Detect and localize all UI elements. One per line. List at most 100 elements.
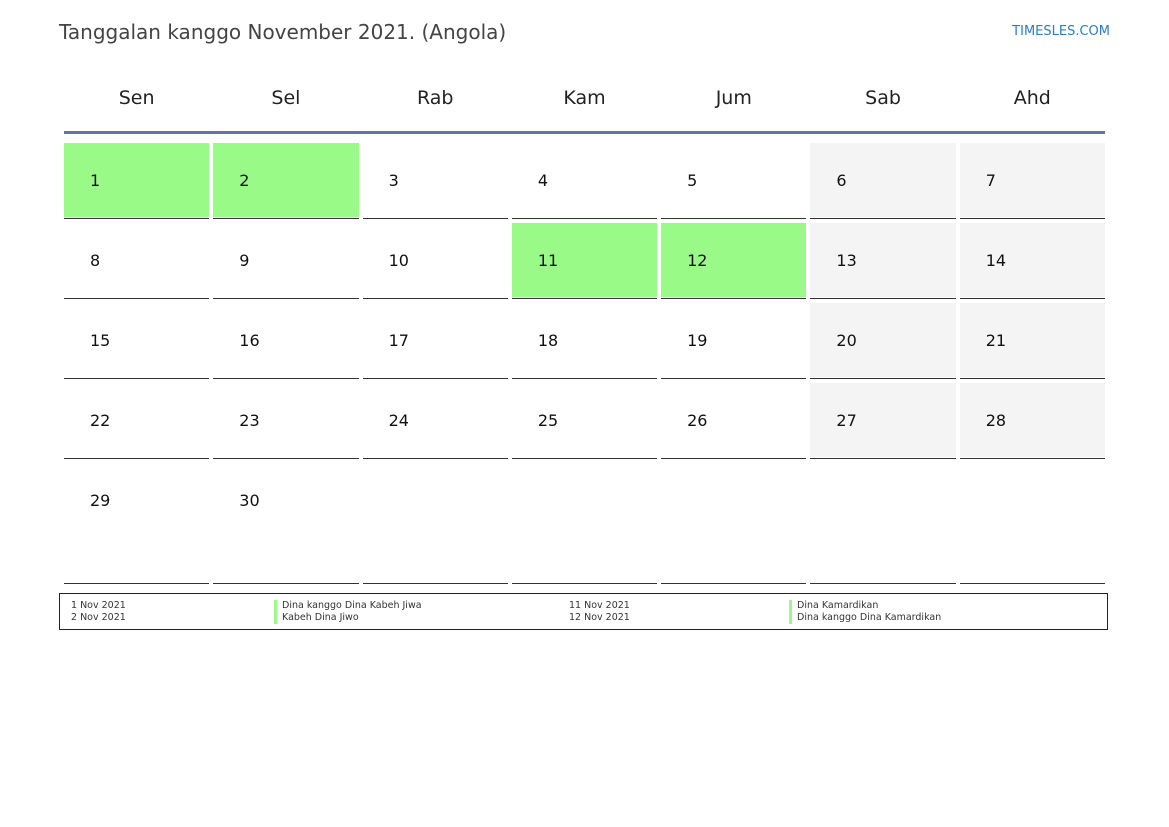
day-cell[interactable]: 4 [511, 139, 658, 219]
day-number: 28 [985, 411, 1007, 430]
day-number: 19 [687, 331, 708, 350]
day-cell[interactable]: 14 [959, 219, 1105, 299]
day-number: 10 [388, 251, 409, 270]
day-number: 1 [90, 171, 101, 190]
weekday-label: Sab [865, 87, 901, 109]
day-number: 21 [985, 331, 1007, 350]
day-background: 28 [959, 383, 1105, 457]
day-number: 7 [985, 171, 996, 190]
day-background: 29 [64, 463, 209, 582]
empty-day-cell [810, 459, 956, 584]
legend-names-right: Dina Kamardikan Dina kanggo Dina Kamardi… [789, 600, 941, 624]
empty-day-cell [661, 459, 807, 584]
legend-date: 11 Nov 2021 [569, 600, 630, 611]
day-background [363, 463, 508, 582]
day-background: 30 [213, 463, 358, 582]
day-background: 6 [810, 143, 956, 217]
weekday-label: Sen [118, 87, 155, 109]
day-number: 29 [90, 491, 111, 510]
day-cell[interactable]: 10 [362, 219, 508, 299]
day-cell[interactable]: 26 [661, 379, 807, 459]
day-background: 25 [512, 383, 657, 457]
day-number: 17 [388, 331, 409, 350]
weekday-label: Jum [715, 87, 752, 109]
day-background: 9 [213, 223, 358, 297]
day-cell[interactable]: 11 [511, 219, 658, 299]
empty-day-cell [511, 459, 658, 584]
day-cell[interactable]: 7 [959, 139, 1105, 219]
day-cell[interactable]: 3 [362, 139, 508, 219]
day-background: 26 [661, 383, 806, 457]
day-cell[interactable]: 23 [213, 379, 359, 459]
day-number: 5 [687, 171, 698, 190]
day-cell[interactable]: 30 [213, 459, 359, 584]
day-number: 22 [90, 411, 111, 430]
day-cell[interactable]: 22 [64, 379, 210, 459]
day-background: 21 [959, 303, 1105, 377]
day-number: 11 [537, 251, 559, 270]
day-background [661, 463, 806, 582]
day-cell[interactable]: 24 [362, 379, 508, 459]
holiday-highlight: 11 [511, 223, 658, 297]
day-background: 18 [512, 303, 657, 377]
day-background: 17 [363, 303, 508, 377]
day-cell[interactable]: 21 [959, 299, 1105, 379]
weekday-label: Ahd [1013, 87, 1051, 109]
day-cell[interactable]: 6 [810, 139, 956, 219]
day-number: 30 [239, 491, 260, 510]
day-number: 9 [239, 251, 250, 270]
legend-names-left: Dina kanggo Dina Kabeh Jiwa Kabeh Dina J… [274, 600, 422, 624]
holiday-highlight: 12 [661, 223, 807, 297]
day-number: 15 [90, 331, 111, 350]
calendar-week: 15 16 17 18 19 20 21 [62, 299, 1107, 379]
day-number: 26 [687, 411, 708, 430]
day-cell[interactable]: 16 [213, 299, 359, 379]
day-cell[interactable]: 9 [213, 219, 359, 299]
day-cell[interactable]: 27 [810, 379, 956, 459]
month-calendar: Sen Sel Rab Kam Jum Sab Ahd 1 2 3 4 5 6 7 8 9 10 11 12 13 1… [62, 74, 1107, 584]
day-cell[interactable]: 17 [362, 299, 508, 379]
day-number: 27 [836, 411, 857, 430]
day-cell[interactable]: 20 [810, 299, 956, 379]
day-background: 20 [810, 303, 956, 377]
day-cell[interactable]: 15 [64, 299, 210, 379]
weekday-label: Rab [416, 87, 454, 109]
legend-date: 1 Nov 2021 [71, 600, 126, 611]
legend-holiday-name: Dina kanggo Dina Kamardikan [789, 612, 941, 624]
calendar-week: 29 30 [62, 459, 1107, 584]
day-number: 3 [388, 171, 399, 190]
day-number: 18 [537, 331, 559, 350]
page-title: Tanggalan kanggo November 2021. (Angola) [59, 20, 507, 44]
brand-link[interactable]: TIMESLES.COM [1012, 24, 1110, 39]
day-cell[interactable]: 5 [661, 139, 807, 219]
calendar-week: 22 23 24 25 26 27 28 [62, 379, 1107, 459]
day-cell[interactable]: 12 [661, 219, 807, 299]
day-cell[interactable]: 29 [64, 459, 210, 584]
calendar-page: Tanggalan kanggo November 2021. (Angola)… [0, 0, 1169, 827]
day-background: 15 [64, 303, 209, 377]
legend-holiday-name: Kabeh Dina Jiwo [274, 612, 422, 624]
day-background [512, 463, 657, 582]
legend-holiday-name: Dina kanggo Dina Kabeh Jiwa [274, 600, 422, 612]
day-background: 14 [959, 223, 1105, 297]
day-cell[interactable]: 1 [64, 139, 210, 219]
day-cell[interactable]: 8 [64, 219, 210, 299]
day-background: 4 [512, 143, 657, 217]
day-cell[interactable]: 18 [511, 299, 658, 379]
day-cell[interactable]: 2 [213, 139, 359, 219]
calendar-week: 8 9 10 11 12 13 14 [62, 219, 1107, 299]
day-cell[interactable]: 13 [810, 219, 956, 299]
day-cell[interactable]: 19 [661, 299, 807, 379]
day-cell[interactable]: 25 [511, 379, 658, 459]
day-background: 3 [363, 143, 508, 217]
day-cell[interactable]: 28 [959, 379, 1105, 459]
holiday-highlight: 2 [213, 143, 359, 217]
day-background: 8 [64, 223, 209, 297]
day-background: 19 [661, 303, 806, 377]
legend-holiday-name: Dina Kamardikan [789, 600, 941, 612]
day-background: 23 [213, 383, 358, 457]
day-number: 2 [239, 171, 250, 190]
day-number: 6 [836, 171, 847, 190]
day-number: 23 [239, 411, 260, 430]
day-background: 7 [959, 143, 1105, 217]
